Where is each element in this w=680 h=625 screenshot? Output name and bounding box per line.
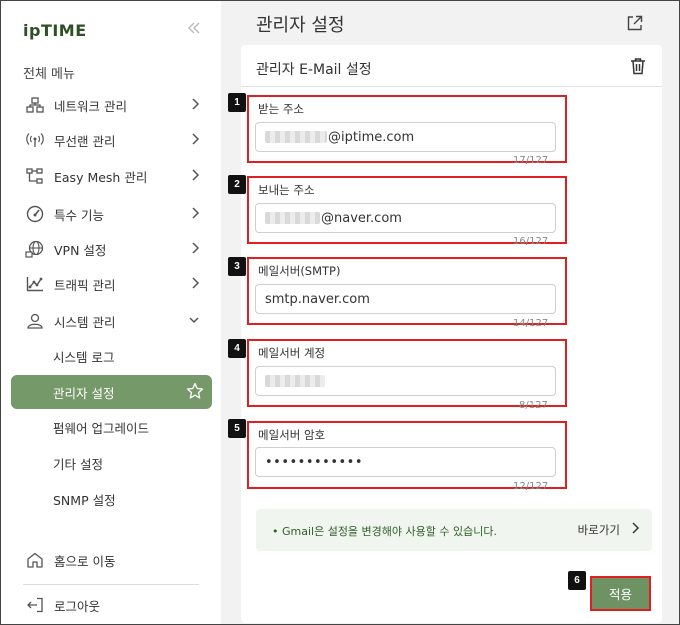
sidebar-subitem-misc[interactable]: 기타 설정 xyxy=(11,446,212,480)
trash-icon[interactable] xyxy=(629,57,647,79)
field-label: 메일서버(SMTP) xyxy=(258,264,341,278)
step-number: 2 xyxy=(228,175,246,194)
sidebar-subitem-label: 기타 설정 xyxy=(53,456,103,472)
menu-title: 전체 메뉴 xyxy=(23,67,75,82)
sidebar-subitem-label: 시스템 로그 xyxy=(53,349,115,365)
masked-text xyxy=(265,212,320,224)
sender-address-input[interactable]: @naver.com xyxy=(255,203,556,233)
field-label: 메일서버 계정 xyxy=(258,346,326,360)
logout-icon xyxy=(24,597,46,613)
sidebar-subitem-admin-settings[interactable]: 관리자 설정 xyxy=(11,375,212,409)
sidebar-subitem-label: 관리자 설정 xyxy=(53,385,115,401)
double-chevron-left-icon[interactable] xyxy=(186,21,202,39)
char-counter: 8/127 xyxy=(519,400,548,411)
gauge-icon xyxy=(24,205,46,223)
sidebar-subitem-firmware[interactable]: 펌웨어 업그레이드 xyxy=(11,410,212,444)
chevron-right-icon xyxy=(190,276,200,293)
sidebar-item-network[interactable]: 네트워크 관리 xyxy=(11,88,212,122)
recipient-address-input[interactable]: @iptime.com xyxy=(255,122,556,152)
chevron-right-icon[interactable] xyxy=(630,521,640,538)
sidebar-item-traffic[interactable]: 트래픽 관리 xyxy=(11,267,212,301)
smtp-server-input[interactable]: smtp.naver.com xyxy=(255,284,556,314)
page-title: 관리자 설정 xyxy=(256,15,345,36)
logo[interactable]: ipTIME xyxy=(23,21,87,40)
sidebar-item-label: Easy Mesh 관리 xyxy=(54,169,148,185)
char-counter: 16/127 xyxy=(513,236,549,247)
chevron-down-icon xyxy=(188,313,200,330)
input-value: •••••••••••• xyxy=(265,454,364,470)
chevron-right-icon xyxy=(190,241,200,258)
mail-account-input[interactable] xyxy=(255,366,556,396)
char-counter: 17/127 xyxy=(513,155,549,166)
home-link[interactable]: 홈으로 이동 xyxy=(11,543,212,577)
chevron-right-icon xyxy=(190,168,200,185)
step-number: 1 xyxy=(228,93,246,112)
sidebar-item-easymesh[interactable]: Easy Mesh 관리 xyxy=(11,159,212,193)
step-number: 4 xyxy=(228,339,246,358)
logout-label: 로그아웃 xyxy=(54,598,101,614)
shortcut-link[interactable]: 바로가기 xyxy=(578,522,620,538)
home-icon xyxy=(24,552,46,568)
sidebar-subitem-label: 펌웨어 업그레이드 xyxy=(53,420,149,436)
gmail-info-banner: • Gmail은 설정을 변경해야 사용할 수 있습니다. 바로가기 xyxy=(256,509,652,551)
wifi-icon xyxy=(24,132,46,148)
sidebar-item-label: 트래픽 관리 xyxy=(54,277,116,293)
globe-icon xyxy=(24,240,46,258)
sidebar-item-special[interactable]: 특수 기능 xyxy=(11,197,212,231)
sidebar-subitem-snmp[interactable]: SNMP 설정 xyxy=(11,482,212,516)
divider xyxy=(23,584,199,585)
traffic-chart-icon xyxy=(24,276,46,292)
sidebar-item-label: 특수 기능 xyxy=(54,207,104,223)
info-text: • Gmail은 설정을 변경해야 사용할 수 있습니다. xyxy=(272,525,497,538)
step-number: 3 xyxy=(228,257,246,276)
sidebar-item-label: VPN 설정 xyxy=(54,242,107,258)
char-counter: 14/127 xyxy=(513,318,549,329)
input-value: smtp.naver.com xyxy=(265,291,370,307)
chevron-right-icon xyxy=(190,132,200,149)
sidebar-item-label: 네트워크 관리 xyxy=(54,98,127,114)
field-label: 받는 주소 xyxy=(258,102,304,116)
sidebar-item-system[interactable]: 시스템 관리 xyxy=(11,304,212,338)
input-value: @iptime.com xyxy=(328,129,415,145)
export-icon[interactable] xyxy=(626,14,644,36)
field-label: 보내는 주소 xyxy=(258,183,315,197)
logout-link[interactable]: 로그아웃 xyxy=(11,588,212,622)
input-value: @naver.com xyxy=(321,210,402,226)
sidebar-item-wireless[interactable]: 무선랜 관리 xyxy=(11,123,212,157)
star-icon[interactable] xyxy=(186,382,204,403)
mail-password-input[interactable]: •••••••••••• xyxy=(255,447,556,477)
chevron-right-icon xyxy=(190,97,200,114)
sidebar: ipTIME 전체 메뉴 네트워크 관리 무선랜 관리 Easy Mesh 관리… xyxy=(1,1,221,624)
mesh-icon xyxy=(24,168,46,184)
home-label: 홈으로 이동 xyxy=(54,553,116,569)
sidebar-item-label: 시스템 관리 xyxy=(54,314,116,330)
step-number: 6 xyxy=(568,571,586,590)
masked-text xyxy=(265,375,325,387)
user-icon xyxy=(24,313,46,329)
apply-button[interactable]: 적용 xyxy=(590,576,651,611)
step-number: 5 xyxy=(228,419,246,438)
sidebar-item-vpn[interactable]: VPN 설정 xyxy=(11,232,212,266)
sidebar-item-label: 무선랜 관리 xyxy=(54,133,116,149)
masked-text xyxy=(265,131,327,143)
chevron-right-icon xyxy=(190,206,200,223)
char-counter: 12/127 xyxy=(513,481,549,492)
sidebar-subitem-system-log[interactable]: 시스템 로그 xyxy=(11,339,212,373)
network-icon xyxy=(24,97,46,113)
field-label: 메일서버 암호 xyxy=(258,428,326,442)
divider xyxy=(241,86,662,87)
sidebar-subitem-label: SNMP 설정 xyxy=(53,492,116,508)
card-title: 관리자 E-Mail 설정 xyxy=(256,62,372,78)
